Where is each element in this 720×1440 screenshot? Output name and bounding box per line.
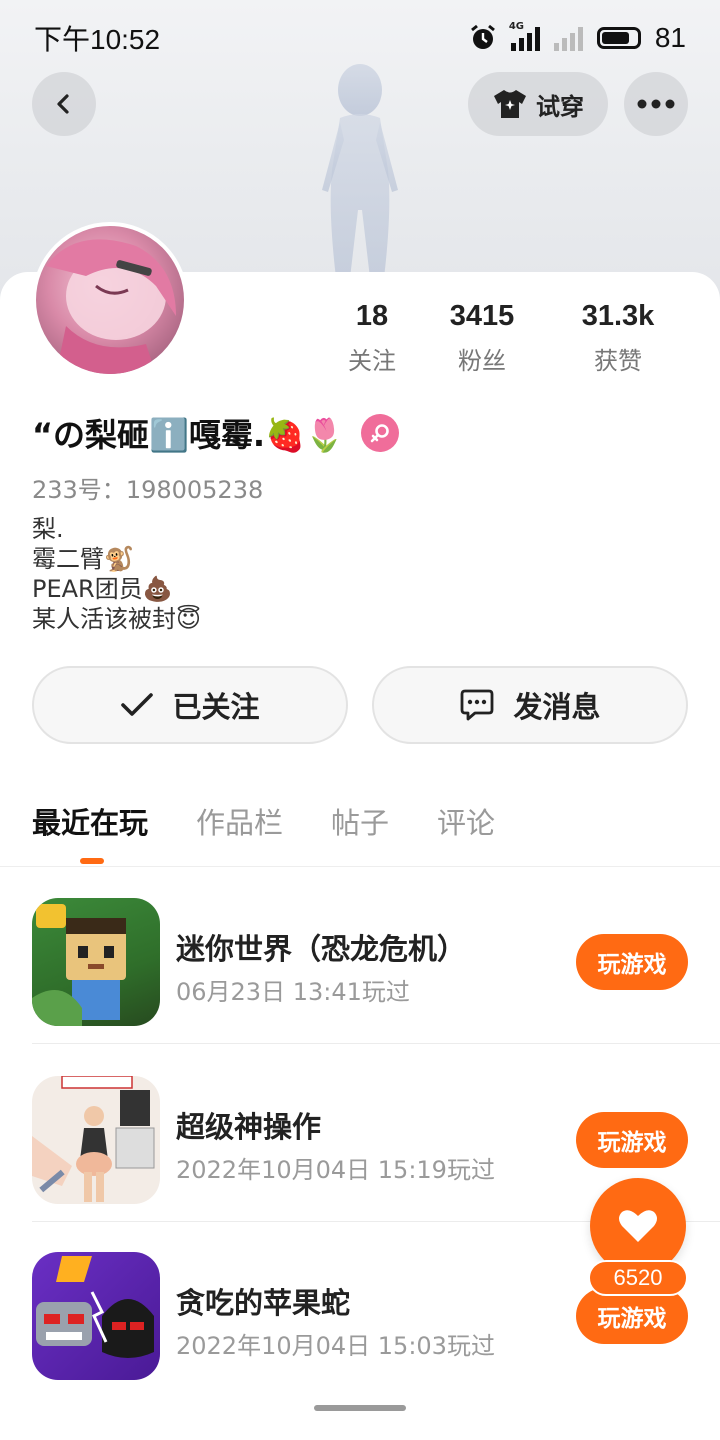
checkmark-icon [121,693,154,716]
game-last-played: 2022年10月04日 15:19玩过 [176,1156,495,1184]
chat-bubble-icon [461,689,494,721]
row-divider [32,1043,720,1044]
nickname-row: “の梨砸ℹ️嘎霉.🍓🌷 [32,410,399,456]
stat-value: 3415 [449,300,515,332]
tabs-divider [0,866,720,867]
alarm-icon [470,24,495,49]
bio-line: PEAR团员💩 [32,575,173,603]
bio-line: 某人活该被封😇 [32,605,202,633]
game-icon [32,898,160,1026]
nickname: “の梨砸ℹ️嘎霉.🍓🌷 [32,416,345,454]
play-game-button[interactable]: 玩游戏 [576,1288,688,1344]
heart-icon [619,1210,657,1242]
battery-percent: 81 [654,22,686,53]
avatar-3d-figure-image [322,64,398,278]
game-icon [32,1076,160,1204]
profile-tabs: 最近在玩 作品栏 帖子 评论 [32,800,495,842]
game-icon [32,1252,160,1380]
female-gender-icon [360,414,399,452]
signal-weak-icon [553,25,583,51]
avatar[interactable] [32,222,188,378]
tshirt-icon [494,90,526,118]
back-arrow-icon [57,94,69,114]
send-message-button[interactable]: 发消息 [372,666,688,744]
followed-button[interactable]: 已关注 [32,666,348,744]
more-dots-icon [637,99,675,109]
stat-label: 获赞 [594,347,642,375]
bio: 梨. 霉二臂🐒 PEAR团员💩 某人活该被封😇 [32,514,201,634]
user-id-label: 233号： [32,476,126,504]
stat-following[interactable]: 18 关注 [330,300,414,376]
status-bar: 下午10:52 4G 81 [0,0,720,76]
bio-line: 梨. [32,515,64,543]
play-game-button[interactable]: 玩游戏 [576,1112,688,1168]
back-button[interactable] [32,72,96,136]
stat-label: 粉丝 [458,347,506,375]
tab-works[interactable]: 作品栏 [196,800,283,842]
game-title: 超级神操作 [176,1110,322,1144]
try-on-button[interactable]: 试穿 [468,72,608,136]
stat-label: 关注 [348,347,396,375]
tab-posts[interactable]: 帖子 [331,800,389,842]
like-count-badge: 6520 [588,1260,688,1296]
active-tab-indicator [80,858,104,864]
stat-followers[interactable]: 3415 粉丝 [414,300,550,376]
list-item[interactable]: 迷你世界（恐龙危机） 06月23日 13:41玩过 玩游戏 [32,868,720,1044]
game-title: 贪吃的苹果蛇 [176,1286,351,1320]
tab-comments[interactable]: 评论 [437,800,495,842]
status-time: 下午10:52 [34,24,161,55]
network-type-label: 4G [508,21,525,32]
game-last-played: 2022年10月04日 15:03玩过 [176,1332,495,1360]
more-button[interactable] [624,72,688,136]
profile-stats: 18 关注 3415 粉丝 31.3k 获赞 [330,300,710,376]
battery-icon [596,27,641,49]
avatar-image [46,239,176,374]
try-on-label: 试穿 [536,92,584,121]
signal-4g-icon: 4G [509,21,540,51]
followed-label: 已关注 [172,690,260,724]
bio-line: 霉二臂🐒 [32,545,134,573]
status-icons: 4G 81 [469,21,686,54]
stat-value: 18 [355,300,389,332]
tab-recently-played[interactable]: 最近在玩 [32,800,148,842]
stat-likes[interactable]: 31.3k 获赞 [550,300,686,376]
home-indicator[interactable] [314,1405,406,1411]
user-id: 233号：198005238 [32,470,263,505]
game-title: 迷你世界（恐龙危机） [176,932,467,966]
stat-value: 31.3k [581,300,655,332]
send-message-label: 发消息 [513,690,601,724]
game-last-played: 06月23日 13:41玩过 [176,978,410,1006]
play-game-button[interactable]: 玩游戏 [576,934,688,990]
user-id-value: 198005238 [125,476,264,504]
